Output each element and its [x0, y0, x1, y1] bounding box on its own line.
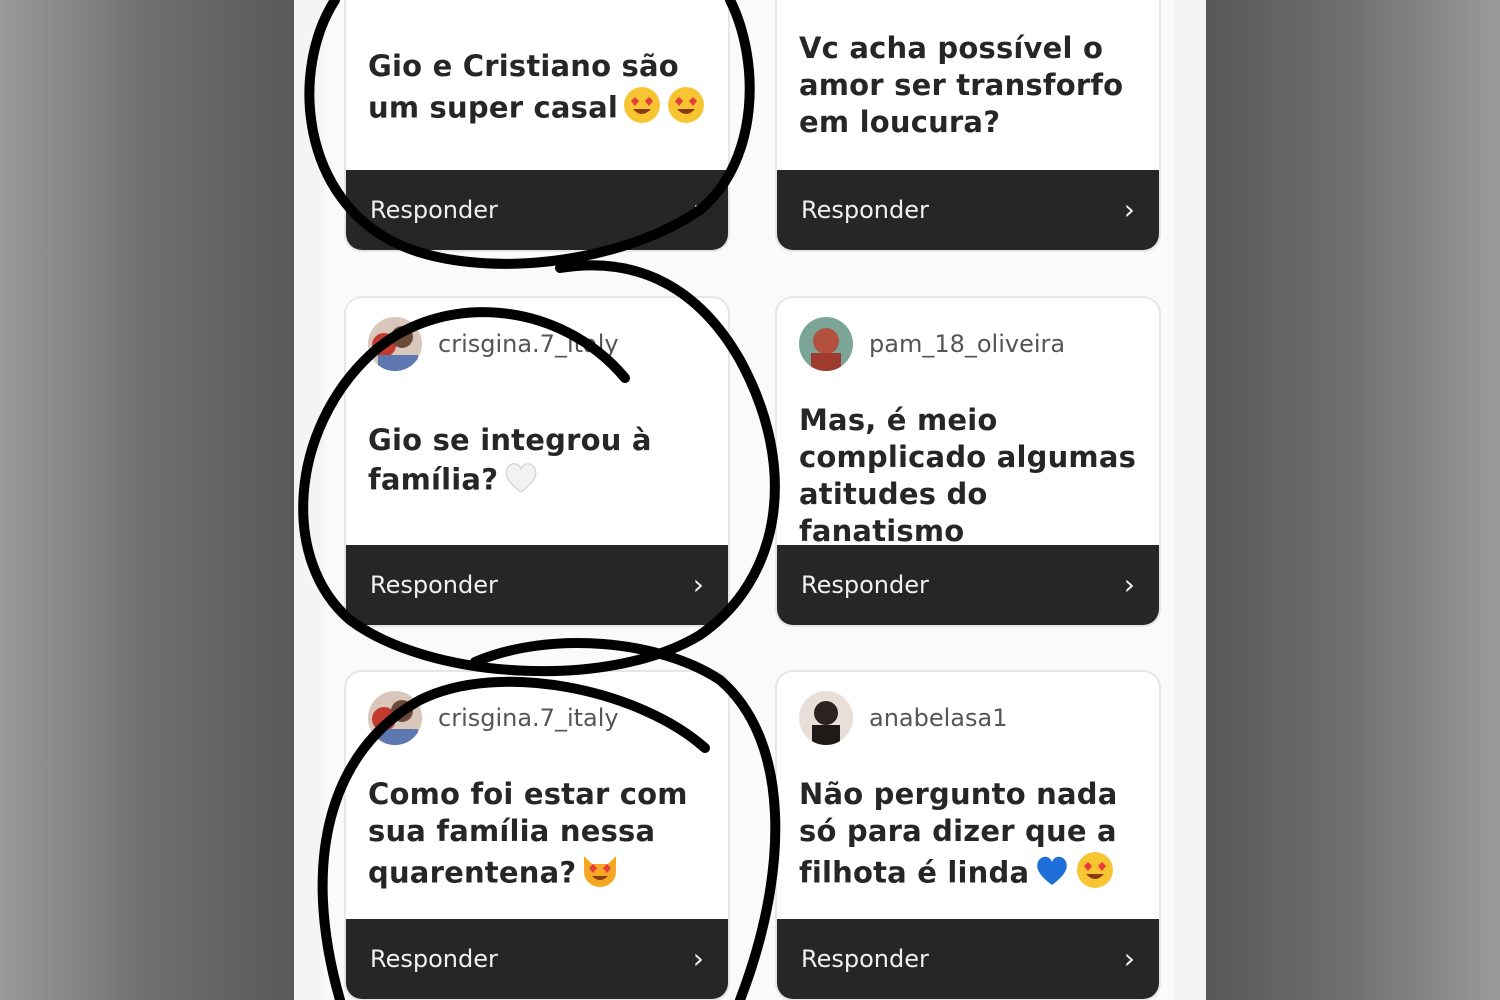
- reply-button[interactable]: Responder ›: [346, 170, 728, 250]
- reply-label: Responder: [370, 196, 498, 224]
- avatar[interactable]: [799, 317, 853, 371]
- question-text: Gio se integrou à família?: [368, 422, 708, 504]
- username[interactable]: crisgina.7_italy: [438, 330, 619, 358]
- heart-eyes-emoji: [1075, 850, 1115, 899]
- question-text: Como foi estar com sua família nessa qua…: [368, 776, 708, 899]
- question-text: Vc acha possível o amor ser transforfo e…: [799, 31, 1124, 139]
- phone-screen: Gio e Cristiano são um super casal Respo…: [294, 0, 1206, 1000]
- reply-label: Responder: [801, 196, 929, 224]
- question-card: crisgina.7_italy Gio se integrou à famíl…: [344, 296, 730, 627]
- chevron-right-icon: ›: [1123, 942, 1135, 975]
- reply-button[interactable]: Responder ›: [346, 545, 728, 625]
- question-text: Mas, é meio complicado algumas atitudes …: [799, 403, 1137, 548]
- reply-label: Responder: [801, 571, 929, 599]
- reply-label: Responder: [370, 571, 498, 599]
- reply-button[interactable]: Responder ›: [777, 170, 1159, 250]
- username[interactable]: anabelasa1: [869, 704, 1007, 732]
- heart-eyes-emoji: [666, 85, 706, 134]
- heart-eyes-cat-emoji: [580, 850, 620, 899]
- heart-eyes-emoji: [622, 85, 662, 134]
- card-header: pam_18_oliveira: [799, 316, 1065, 372]
- chevron-right-icon: ›: [692, 942, 704, 975]
- question-text: Gio e Cristiano são um super casal: [368, 48, 708, 134]
- username[interactable]: pam_18_oliveira: [869, 330, 1065, 358]
- question-card: crisgina.7_italy Como foi estar com sua …: [344, 670, 730, 1000]
- chevron-right-icon: ›: [1123, 193, 1135, 226]
- blue-heart-emoji: [1033, 852, 1071, 897]
- white-heart-emoji: [502, 459, 540, 504]
- reply-button[interactable]: Responder ›: [777, 545, 1159, 625]
- card-header: crisgina.7_italy: [368, 690, 619, 746]
- question-text: Não pergunto nada só para dizer que a fi…: [799, 776, 1139, 899]
- avatar[interactable]: [368, 317, 422, 371]
- question-card: pam_18_oliveira Mas, é meio complicado a…: [775, 296, 1161, 627]
- question-card: anabelasa1 Não pergunto nada só para diz…: [775, 670, 1161, 1000]
- chevron-right-icon: ›: [1123, 568, 1135, 601]
- card-header: anabelasa1: [799, 690, 1007, 746]
- question-card: Vc acha possível o amor ser transforfo e…: [775, 0, 1161, 252]
- avatar[interactable]: [799, 691, 853, 745]
- avatar[interactable]: [368, 691, 422, 745]
- card-header: crisgina.7_italy: [368, 316, 619, 372]
- username[interactable]: crisgina.7_italy: [438, 704, 619, 732]
- reply-label: Responder: [801, 945, 929, 973]
- question-card: Gio e Cristiano são um super casal Respo…: [344, 0, 730, 252]
- questions-panel: Gio e Cristiano são um super casal Respo…: [324, 0, 1174, 1000]
- reply-label: Responder: [370, 945, 498, 973]
- reply-button[interactable]: Responder ›: [777, 919, 1159, 999]
- chevron-right-icon: ›: [692, 568, 704, 601]
- chevron-right-icon: ›: [692, 193, 704, 226]
- reply-button[interactable]: Responder ›: [346, 919, 728, 999]
